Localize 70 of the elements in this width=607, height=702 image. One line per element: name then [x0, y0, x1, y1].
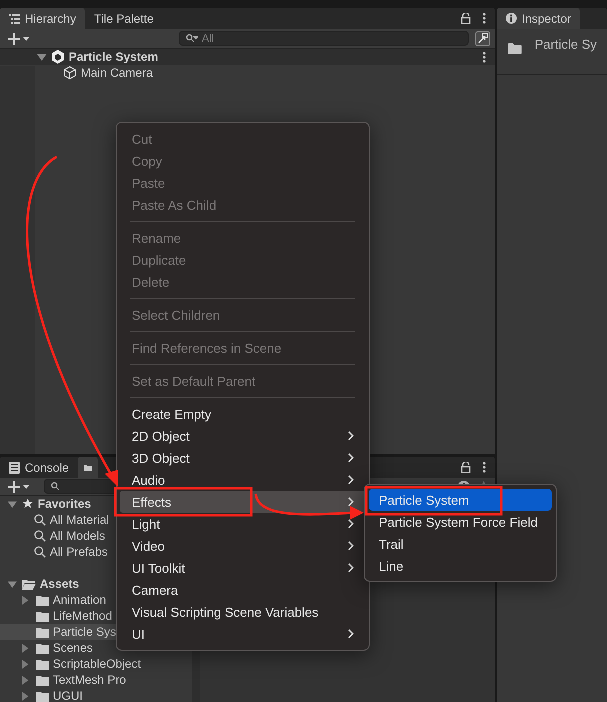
- menu-item[interactable]: Effects: [120, 491, 366, 513]
- menu-item[interactable]: 3D Object: [120, 447, 366, 469]
- chevron-right-icon: [348, 475, 354, 485]
- search-field[interactable]: All: [179, 31, 469, 46]
- menu-item[interactable]: Visual Scripting Scene Variables: [120, 601, 366, 623]
- panel-tab[interactable]: Hierarchy: [0, 8, 86, 29]
- scene-view-icon[interactable]: [475, 30, 491, 46]
- folder-icon: [22, 578, 36, 590]
- chevron-right-icon: [348, 497, 354, 507]
- menu-item[interactable]: Trail: [369, 533, 552, 555]
- folder-icon: [36, 690, 49, 702]
- expand-arrow-icon[interactable]: [8, 500, 18, 508]
- search-icon[interactable]: [186, 34, 198, 43]
- tree-item[interactable]: UGUI: [0, 688, 192, 702]
- add-button[interactable]: [8, 480, 30, 492]
- folder-icon: [84, 462, 92, 472]
- menu-item[interactable]: 2D Object: [120, 425, 366, 447]
- tree-item[interactable]: Main Camera: [81, 66, 154, 80]
- lock-icon[interactable]: [461, 462, 471, 473]
- add-button[interactable]: [8, 32, 30, 44]
- console-icon: [9, 462, 20, 474]
- panel-tab[interactable]: Inspector: [497, 8, 580, 29]
- asset-title: Particle Sy: [534, 37, 597, 52]
- menu-item[interactable]: UI Toolkit: [120, 557, 366, 579]
- folder-icon: [36, 642, 49, 654]
- folder-icon: [36, 674, 49, 686]
- menu-item[interactable]: Particle System Force Field: [369, 511, 552, 533]
- panel-tab[interactable]: Console: [0, 457, 78, 478]
- star-icon: [22, 498, 34, 510]
- tree-item[interactable]: All Material: [50, 513, 110, 527]
- more-icon[interactable]: [483, 462, 486, 473]
- panel-tab[interactable]: Tile Palette: [85, 8, 163, 29]
- menu-item[interactable]: Video: [120, 535, 366, 557]
- menu-item[interactable]: Audio: [120, 469, 366, 491]
- folder-icon: [36, 658, 49, 670]
- chevron-right-icon: [348, 431, 354, 441]
- expand-arrow-icon[interactable]: [8, 580, 18, 588]
- list-icon: [9, 14, 20, 24]
- menu-item[interactable]: Line: [369, 555, 552, 577]
- chevron-right-icon: [348, 563, 354, 573]
- tree-item[interactable]: ScriptableObject: [0, 656, 192, 672]
- folder-icon: [36, 594, 49, 606]
- tree-item[interactable]: TextMesh Pro: [0, 672, 192, 688]
- menu-item[interactable]: Create Empty: [120, 403, 366, 425]
- scene-name[interactable]: Particle System: [69, 50, 158, 64]
- chevron-right-icon: [348, 453, 354, 463]
- more-icon[interactable]: [483, 52, 486, 62]
- tree-item[interactable]: All Prefabs: [50, 545, 108, 559]
- search-icon: [34, 514, 46, 526]
- chevron-right-icon: [348, 629, 354, 639]
- menu-item[interactable]: Particle System: [369, 489, 552, 511]
- menu-item[interactable]: Light: [120, 513, 366, 535]
- chevron-right-icon: [348, 541, 354, 551]
- expand-arrow-icon[interactable]: [22, 596, 30, 604]
- folder-icon: [36, 610, 49, 622]
- info-icon: [506, 13, 517, 24]
- menu-item[interactable]: Camera: [120, 579, 366, 601]
- expand-arrow-icon[interactable]: [37, 52, 47, 62]
- project-tab[interactable]: [78, 457, 98, 478]
- section-label[interactable]: Favorites: [38, 497, 92, 511]
- search-icon: [34, 530, 46, 542]
- folder-icon: [36, 626, 49, 638]
- more-icon[interactable]: [483, 13, 486, 24]
- tree-item[interactable]: All Models: [50, 529, 106, 543]
- section-label[interactable]: Assets: [40, 577, 80, 591]
- search-icon[interactable]: [51, 482, 60, 491]
- lock-icon[interactable]: [461, 13, 471, 24]
- cube-icon: [63, 66, 77, 80]
- search-icon: [34, 546, 46, 558]
- chevron-right-icon: [348, 519, 354, 529]
